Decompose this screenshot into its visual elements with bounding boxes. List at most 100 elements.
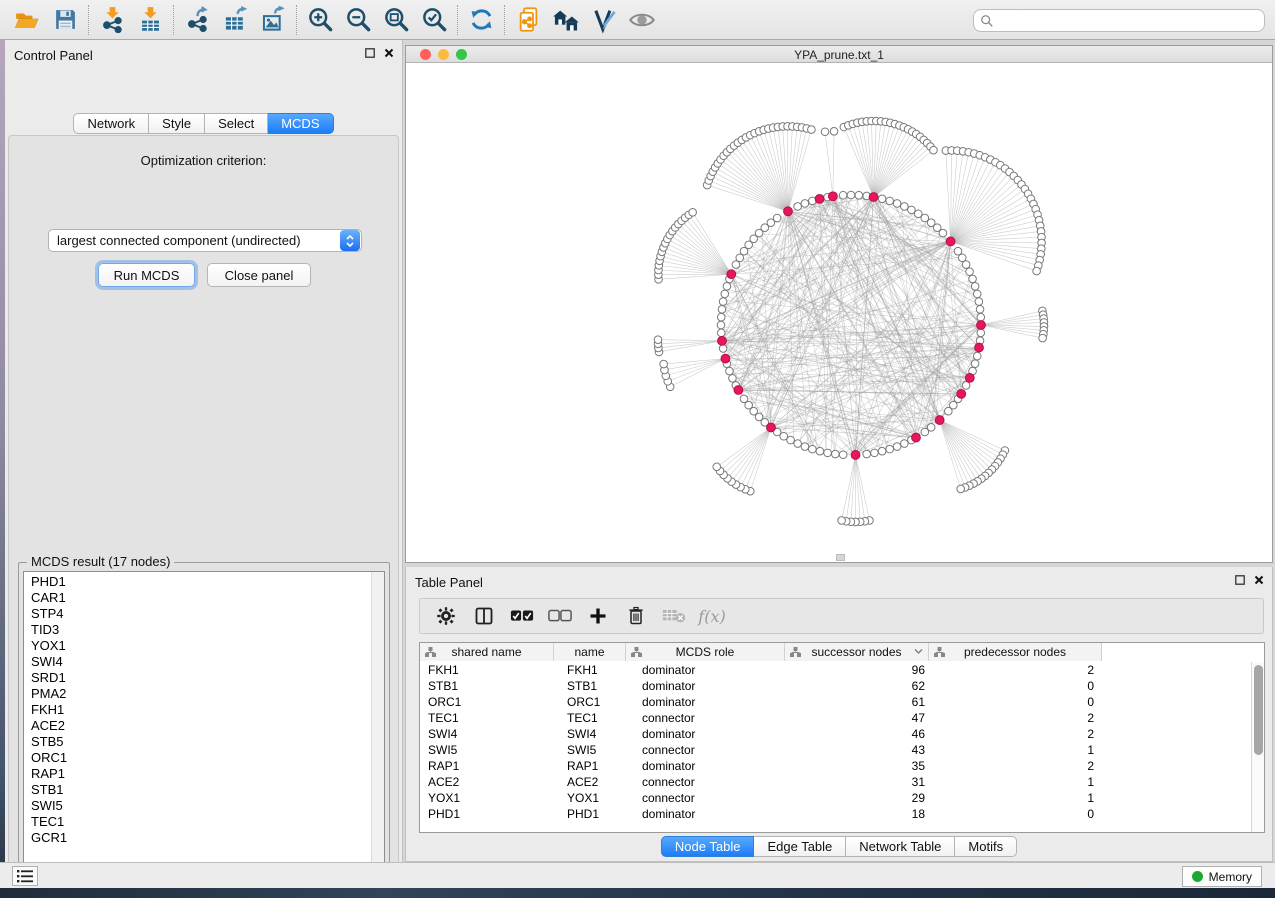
network-node[interactable] [966, 268, 974, 276]
network-node[interactable] [886, 445, 894, 453]
mcds-network-node[interactable] [935, 416, 944, 425]
network-node[interactable] [830, 127, 838, 135]
table-row[interactable]: YOX1YOX1connector291 [420, 790, 1250, 806]
mcds-result-item[interactable]: ORC1 [24, 750, 384, 766]
mcds-result-item[interactable]: SRD1 [24, 670, 384, 686]
network-node[interactable] [977, 313, 985, 321]
column-header-shared-name[interactable]: shared name [420, 643, 554, 661]
mcds-result-item[interactable]: SWI4 [24, 654, 384, 670]
network-node[interactable] [832, 450, 840, 458]
network-canvas[interactable] [406, 63, 1272, 562]
mcds-result-item[interactable]: YOX1 [24, 638, 384, 654]
network-node[interactable] [808, 126, 816, 134]
close-panel-icon[interactable] [384, 48, 394, 58]
optimization-criterion-select[interactable]: largest connected component (undirected) [48, 229, 362, 252]
table-scrollbar-thumb[interactable] [1254, 665, 1263, 755]
function-builder-button[interactable]: f(x) [700, 604, 724, 628]
run-mcds-button[interactable]: Run MCDS [98, 263, 195, 287]
network-overview-button[interactable] [547, 3, 585, 37]
mcds-network-node[interactable] [718, 336, 727, 345]
network-node[interactable] [729, 375, 737, 383]
network-node[interactable] [977, 329, 985, 337]
network-node[interactable] [930, 146, 938, 154]
network-node[interactable] [809, 445, 817, 453]
network-node[interactable] [901, 440, 909, 448]
network-node[interactable] [839, 191, 847, 199]
mcds-list-scrollbar[interactable] [371, 572, 384, 898]
network-node[interactable] [893, 200, 901, 208]
save-session-button[interactable] [46, 3, 84, 37]
mcds-result-item[interactable]: FKH1 [24, 702, 384, 718]
mcds-network-node[interactable] [727, 270, 736, 279]
export-image-button[interactable] [254, 3, 292, 37]
network-node[interactable] [871, 449, 879, 457]
network-node[interactable] [801, 443, 809, 451]
mcds-result-item[interactable]: TID3 [24, 622, 384, 638]
table-settings-button[interactable] [434, 604, 458, 628]
network-node[interactable] [976, 306, 984, 314]
network-node[interactable] [719, 298, 727, 306]
export-table-button[interactable] [216, 3, 254, 37]
network-node[interactable] [773, 214, 781, 222]
network-node[interactable] [787, 436, 795, 444]
table-row[interactable]: RAP1RAP1dominator352 [420, 758, 1250, 774]
tab-network-table[interactable]: Network Table [846, 836, 955, 857]
mcds-network-node[interactable] [784, 207, 793, 216]
search-input[interactable] [999, 13, 1258, 29]
mcds-network-node[interactable] [957, 389, 966, 398]
column-header-MCDS-role[interactable]: MCDS role [626, 643, 785, 661]
network-node[interactable] [855, 191, 863, 199]
mcds-result-item[interactable]: PMA2 [24, 686, 384, 702]
mcds-network-node[interactable] [767, 423, 776, 432]
memory-button[interactable]: Memory [1182, 866, 1262, 887]
network-node[interactable] [718, 306, 726, 314]
mcds-result-list[interactable]: PHD1CAR1STP4TID3YOX1SWI4SRD1PMA2FKH1ACE2… [23, 571, 385, 898]
network-node[interactable] [839, 451, 847, 459]
network-node[interactable] [893, 443, 901, 451]
mcds-result-item[interactable]: GCR1 [24, 830, 384, 846]
network-node[interactable] [660, 360, 668, 368]
network-node[interactable] [824, 449, 832, 457]
network-node[interactable] [794, 203, 802, 211]
close-panel-icon[interactable] [1254, 575, 1264, 585]
mcds-network-node[interactable] [734, 386, 743, 395]
zoom-selected-button[interactable] [415, 3, 453, 37]
network-node[interactable] [801, 200, 809, 208]
network-node[interactable] [971, 360, 979, 368]
mcds-network-node[interactable] [721, 354, 730, 363]
table-row[interactable]: ORC1ORC1dominator610 [420, 694, 1250, 710]
split-columns-button[interactable] [472, 604, 496, 628]
network-node[interactable] [975, 298, 983, 306]
import-network-button[interactable] [93, 3, 131, 37]
network-node[interactable] [726, 367, 734, 375]
delete-columns-button[interactable] [624, 604, 648, 628]
network-node[interactable] [847, 191, 855, 199]
network-node[interactable] [689, 208, 697, 216]
float-panel-icon[interactable] [365, 48, 375, 58]
mcds-result-item[interactable]: STB1 [24, 782, 384, 798]
network-node[interactable] [878, 195, 886, 203]
column-header-successor-nodes[interactable]: successor nodes [785, 643, 929, 661]
mcds-network-node[interactable] [829, 192, 838, 201]
select-all-rows-button[interactable] [510, 604, 534, 628]
tab-network[interactable]: Network [73, 113, 149, 134]
mcds-result-item[interactable]: TEC1 [24, 814, 384, 830]
network-node[interactable] [901, 203, 909, 211]
network-node[interactable] [945, 407, 953, 415]
network-node[interactable] [719, 345, 727, 353]
tab-style[interactable]: Style [149, 113, 205, 134]
table-row[interactable]: STB1STB1dominator620 [420, 678, 1250, 694]
zoom-out-button[interactable] [339, 3, 377, 37]
network-node[interactable] [971, 283, 979, 291]
mcds-network-node[interactable] [977, 321, 986, 330]
tab-motifs[interactable]: Motifs [955, 836, 1017, 857]
network-node[interactable] [713, 463, 721, 471]
delete-table-button[interactable] [662, 604, 686, 628]
tab-select[interactable]: Select [205, 113, 268, 134]
mcds-result-item[interactable]: CAR1 [24, 590, 384, 606]
open-file-button[interactable] [8, 3, 46, 37]
mcds-network-node[interactable] [912, 433, 921, 442]
table-row[interactable]: FKH1FKH1dominator962 [420, 662, 1250, 678]
network-node[interactable] [908, 206, 916, 214]
mcds-network-node[interactable] [975, 343, 984, 352]
